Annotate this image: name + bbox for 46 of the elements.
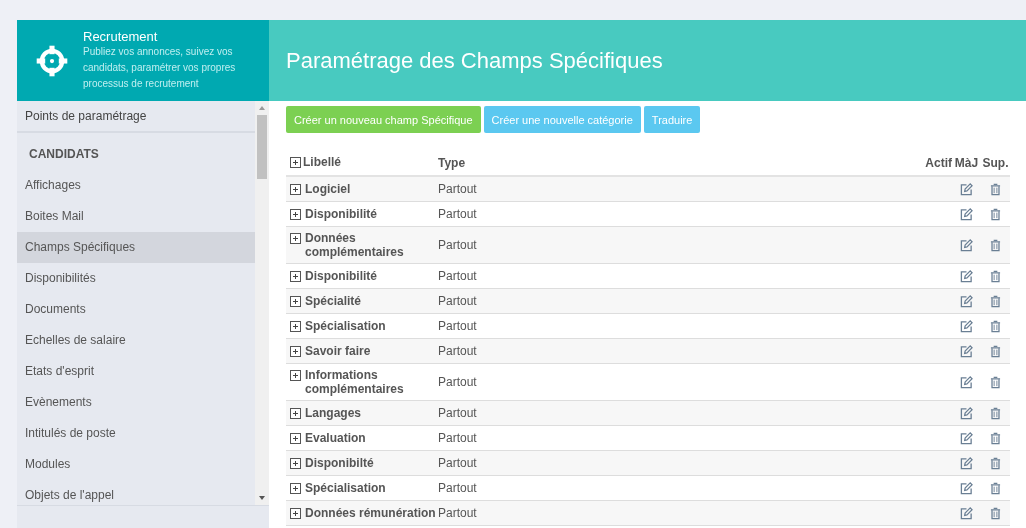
app-title: Recrutement bbox=[83, 29, 159, 44]
page-title: Paramétrage des Champs Spécifiques bbox=[286, 47, 663, 74]
field-label: Spécialisation bbox=[305, 318, 386, 333]
section-heading: CANDIDATS bbox=[28, 146, 100, 163]
field-label: Disponibilité bbox=[305, 206, 377, 221]
field-type: Partout bbox=[438, 237, 477, 252]
nav-item[interactable]: Objets de l'appel bbox=[17, 480, 255, 505]
field-label: Disponibilité bbox=[305, 268, 377, 283]
field-type: Partout bbox=[438, 206, 477, 221]
field-label: Données complémentaires bbox=[305, 230, 405, 259]
field-type: Partout bbox=[438, 505, 477, 520]
column-header: Sup. bbox=[982, 155, 1009, 170]
app-description: Publiez vos annonces, suivez vos candidats, paramétrer vos propres processus de recrutement bbox=[83, 45, 237, 91]
nav-item[interactable]: Boites Mail bbox=[17, 201, 255, 232]
nav-item[interactable]: Documents bbox=[17, 294, 255, 325]
field-type: Partout bbox=[438, 181, 477, 196]
column-header: Libellé bbox=[303, 155, 341, 169]
field-type: Partout bbox=[438, 405, 477, 420]
field-type: Partout bbox=[438, 480, 477, 495]
field-type: Partout bbox=[438, 455, 477, 470]
column-header: Actif bbox=[925, 155, 952, 170]
field-label: Evaluation bbox=[305, 430, 366, 445]
field-label: Données rémunération bbox=[305, 505, 436, 520]
field-label: Disponibilté bbox=[305, 455, 374, 470]
field-label: Savoir faire bbox=[305, 343, 371, 358]
column-header: MàJ bbox=[954, 155, 979, 170]
nav-item[interactable]: Etats d'esprit bbox=[17, 356, 255, 387]
field-type: Partout bbox=[438, 318, 477, 333]
field-type: Partout bbox=[438, 343, 477, 358]
nav-item[interactable]: Echelles de salaire bbox=[17, 325, 255, 356]
field-label: Langages bbox=[305, 405, 361, 420]
field-label: Spécialisation bbox=[305, 480, 386, 495]
field-type: Partout bbox=[438, 430, 477, 445]
nav-item[interactable]: Evènements bbox=[17, 387, 255, 418]
field-type: Partout bbox=[438, 293, 477, 308]
nav-item[interactable]: Disponibilités bbox=[17, 263, 255, 294]
column-header: Type bbox=[438, 155, 466, 170]
field-label: Informations complémentaires bbox=[305, 367, 405, 396]
nav-item[interactable]: Champs Spécifiques bbox=[17, 232, 255, 263]
field-type: Partout bbox=[438, 268, 477, 283]
nav-item[interactable]: Affichages bbox=[17, 170, 255, 201]
nav-item[interactable]: Intitulés de poste bbox=[17, 418, 255, 449]
field-label: Spécialité bbox=[305, 293, 362, 308]
nav-item[interactable]: Modules bbox=[17, 449, 255, 480]
field-label: Logiciel bbox=[305, 181, 351, 196]
field-type: Partout bbox=[438, 374, 477, 389]
